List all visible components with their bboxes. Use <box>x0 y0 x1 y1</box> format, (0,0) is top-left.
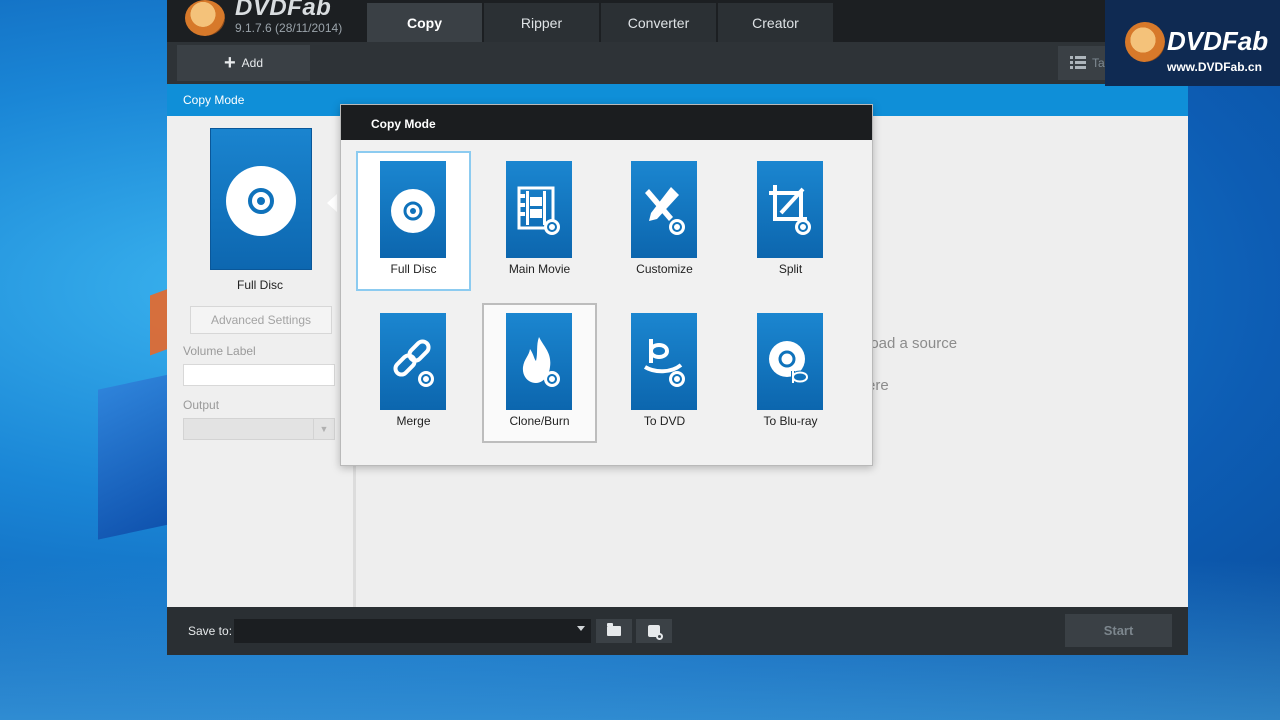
footer-bar: Save to: Start <box>167 607 1188 655</box>
current-mode-label: Full Disc <box>236 278 283 292</box>
mode-clone-burn[interactable]: Clone/Burn <box>482 303 597 443</box>
toolbar: + Add Tas <box>167 42 1188 84</box>
mode-tile <box>380 313 446 410</box>
mode-full-disc[interactable]: Full Disc <box>356 151 471 291</box>
output-caption: Output <box>183 398 220 412</box>
to-bluray-icon <box>769 341 810 384</box>
mode-tile <box>506 313 572 410</box>
mode-customize[interactable]: Customize <box>607 151 722 291</box>
flame-icon <box>522 337 560 387</box>
mode-merge[interactable]: Merge <box>356 303 471 443</box>
mode-split[interactable]: Split <box>733 151 848 291</box>
mode-label: To Blu-ray <box>763 414 818 428</box>
dialog-title: Copy Mode <box>371 117 436 131</box>
to-dvd-icon <box>643 339 685 387</box>
watermark-url: www.DVDFab.cn <box>1167 60 1262 74</box>
mode-tile <box>631 313 697 410</box>
tab-converter[interactable]: Converter <box>601 3 716 42</box>
watermark-name: DVDFab <box>1167 26 1269 56</box>
dvdfab-watermark: DVDFab www.DVDFab.cn <box>1105 0 1280 86</box>
tab-creator[interactable]: Creator <box>718 3 833 42</box>
save-to-input[interactable] <box>234 619 591 643</box>
mode-label: Full Disc <box>390 262 437 276</box>
list-icon <box>1070 56 1086 70</box>
main-tabs: Copy Ripper Converter Creator <box>367 3 835 42</box>
app-version: 9.1.7.6 (28/11/2014) <box>235 21 343 35</box>
film-icon <box>517 186 560 235</box>
mode-tile <box>506 161 572 258</box>
popup-pointer <box>327 194 337 212</box>
chevron-down-icon[interactable] <box>577 626 585 631</box>
plus-icon: + <box>223 52 236 74</box>
current-mode-tile[interactable] <box>210 128 312 270</box>
mode-label: Merge <box>396 414 431 428</box>
save-as-iso-button[interactable] <box>636 619 672 643</box>
disc-icon <box>391 189 435 233</box>
customize-icon <box>645 187 685 235</box>
mode-to-bluray[interactable]: To Blu-ray <box>733 303 848 443</box>
mode-label: Split <box>778 262 803 276</box>
mode-side-panel: Full Disc Advanced Settings Volume Label… <box>167 116 356 607</box>
mode-bar-label[interactable]: Copy Mode <box>183 93 244 107</box>
add-button-label: Add <box>241 56 264 70</box>
iso-file-icon <box>648 625 663 640</box>
mode-label: Clone/Burn <box>509 414 570 428</box>
advanced-settings-button[interactable]: Advanced Settings <box>190 306 332 334</box>
mode-tile <box>631 161 697 258</box>
mode-label: Main Movie <box>508 262 571 276</box>
save-to-label: Save to: <box>188 624 233 638</box>
volume-label-caption: Volume Label <box>183 344 256 358</box>
chevron-down-icon: ▼ <box>313 419 334 439</box>
folder-icon <box>607 623 621 636</box>
mode-tile <box>757 161 823 258</box>
mode-label: To DVD <box>643 414 686 428</box>
mode-to-dvd[interactable]: To DVD <box>607 303 722 443</box>
volume-label-input[interactable] <box>183 364 335 386</box>
add-button[interactable]: + Add <box>177 45 310 81</box>
start-button[interactable]: Start <box>1065 614 1172 647</box>
output-select[interactable]: ▼ <box>183 418 335 440</box>
dvdfab-mascot-icon <box>185 0 225 36</box>
dvdfab-mascot-icon <box>1125 22 1165 62</box>
browse-folder-button[interactable] <box>596 619 632 643</box>
mode-tile <box>380 161 446 258</box>
tab-copy[interactable]: Copy <box>367 3 482 42</box>
dialog-header: Copy Mode <box>341 105 872 140</box>
load-source-hint: load a source <box>867 335 958 352</box>
mode-tile <box>757 313 823 410</box>
disc-icon <box>226 166 296 236</box>
app-logo: DVDFab 9.1.7.6 (28/11/2014) <box>185 0 355 42</box>
tab-ripper[interactable]: Ripper <box>484 3 599 42</box>
split-icon <box>769 185 811 235</box>
app-name: DVDFab <box>235 0 332 21</box>
title-bar: DVDFab 9.1.7.6 (28/11/2014) Copy Ripper … <box>167 0 1188 42</box>
mode-main-movie[interactable]: Main Movie <box>482 151 597 291</box>
copy-mode-dialog: Copy Mode Full Disc Main Movie Customize… <box>340 104 873 466</box>
merge-icon <box>393 339 434 387</box>
mode-label: Customize <box>636 262 693 276</box>
